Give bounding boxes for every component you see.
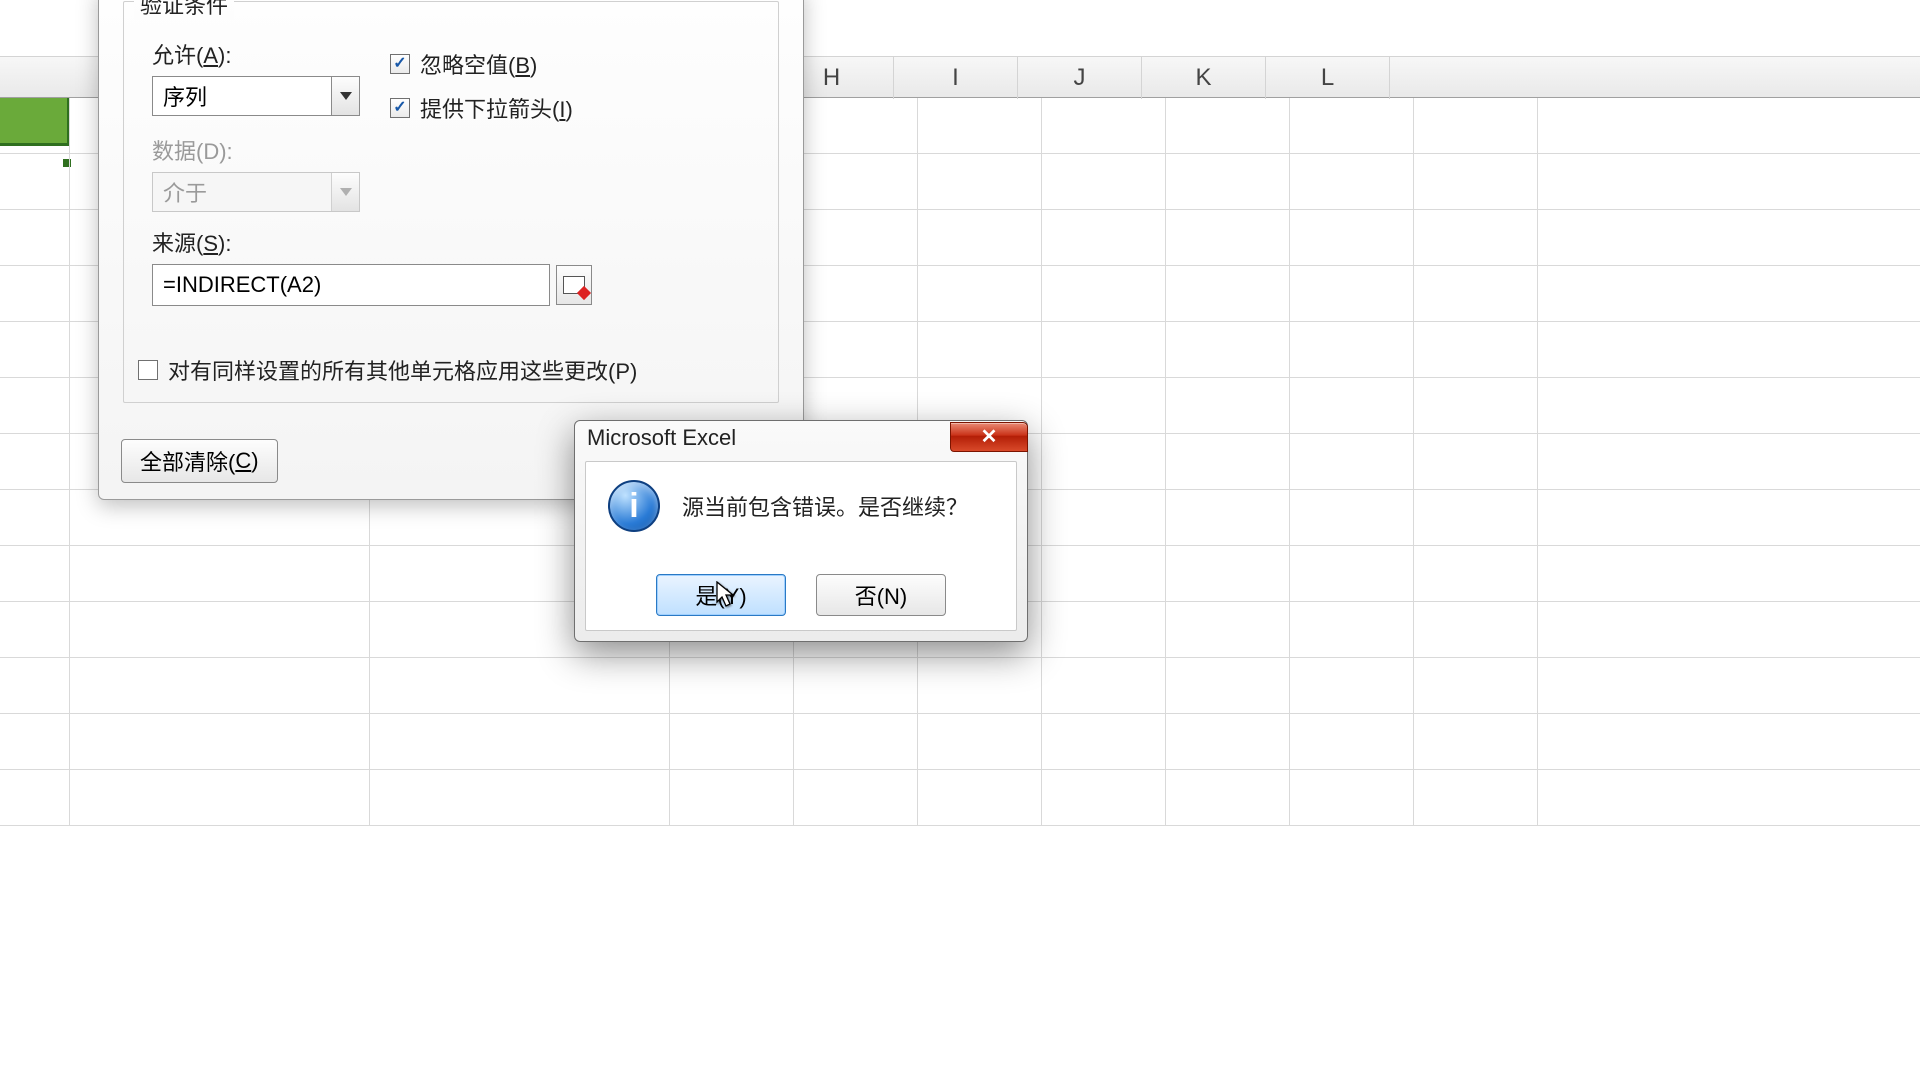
col-header-l[interactable]: L xyxy=(1266,57,1390,99)
ignore-blank-label: 忽略空值(B) xyxy=(420,48,537,80)
checkbox-box xyxy=(138,360,158,380)
chevron-down-icon xyxy=(340,92,352,100)
messagebox: Microsoft Excel ✕ i 源当前包含错误。是否继续？ 是(Y) 否… xyxy=(574,420,1028,642)
messagebox-text: 源当前包含错误。是否继续？ xyxy=(682,490,968,522)
col-header-i[interactable]: I xyxy=(894,57,1018,99)
check-icon: ✓ xyxy=(393,56,406,72)
allow-label: 允许(A): xyxy=(152,38,362,70)
col-header-k[interactable]: K xyxy=(1142,57,1266,99)
allow-combo[interactable]: 序列 xyxy=(152,76,360,116)
validation-criteria-group: 验证条件 允许(A): 序列 ✓ 忽略空值(B) xyxy=(123,1,779,403)
source-label: 来源(S): xyxy=(152,226,750,258)
data-combo-button xyxy=(331,173,359,211)
info-icon: i xyxy=(608,480,660,532)
in-cell-dropdown-label: 提供下拉箭头(I) xyxy=(420,92,573,124)
check-icon: ✓ xyxy=(393,100,406,116)
allow-combo-button[interactable] xyxy=(331,77,359,115)
messagebox-titlebar[interactable]: Microsoft Excel ✕ xyxy=(575,421,1027,455)
clear-all-button[interactable]: 全部清除(C) xyxy=(121,439,278,483)
data-combo-value: 介于 xyxy=(153,173,331,211)
close-button[interactable]: ✕ xyxy=(950,422,1028,452)
in-cell-dropdown-checkbox[interactable]: ✓ 提供下拉箭头(I) xyxy=(390,92,573,124)
allow-combo-value: 序列 xyxy=(153,77,331,115)
checkbox-box: ✓ xyxy=(390,98,410,118)
range-picker-icon xyxy=(563,276,585,294)
close-icon: ✕ xyxy=(981,424,998,449)
ignore-blank-checkbox[interactable]: ✓ 忽略空值(B) xyxy=(390,48,573,80)
messagebox-title: Microsoft Excel xyxy=(587,425,736,451)
group-title: 验证条件 xyxy=(134,0,234,20)
yes-button[interactable]: 是(Y) xyxy=(656,574,786,616)
col-header-j[interactable]: J xyxy=(1018,57,1142,99)
source-input[interactable] xyxy=(153,265,549,305)
apply-to-all-label: 对有同样设置的所有其他单元格应用这些更改(P) xyxy=(168,354,637,386)
chevron-down-icon xyxy=(340,188,352,196)
data-label: 数据(D): xyxy=(152,134,362,166)
no-button[interactable]: 否(N) xyxy=(816,574,946,616)
messagebox-body: i 源当前包含错误。是否继续？ 是(Y) 否(N) xyxy=(585,461,1017,631)
data-combo: 介于 xyxy=(152,172,360,212)
apply-to-all-checkbox[interactable]: 对有同样设置的所有其他单元格应用这些更改(P) xyxy=(138,354,637,386)
checkbox-box: ✓ xyxy=(390,54,410,74)
range-picker-button[interactable] xyxy=(556,265,592,305)
